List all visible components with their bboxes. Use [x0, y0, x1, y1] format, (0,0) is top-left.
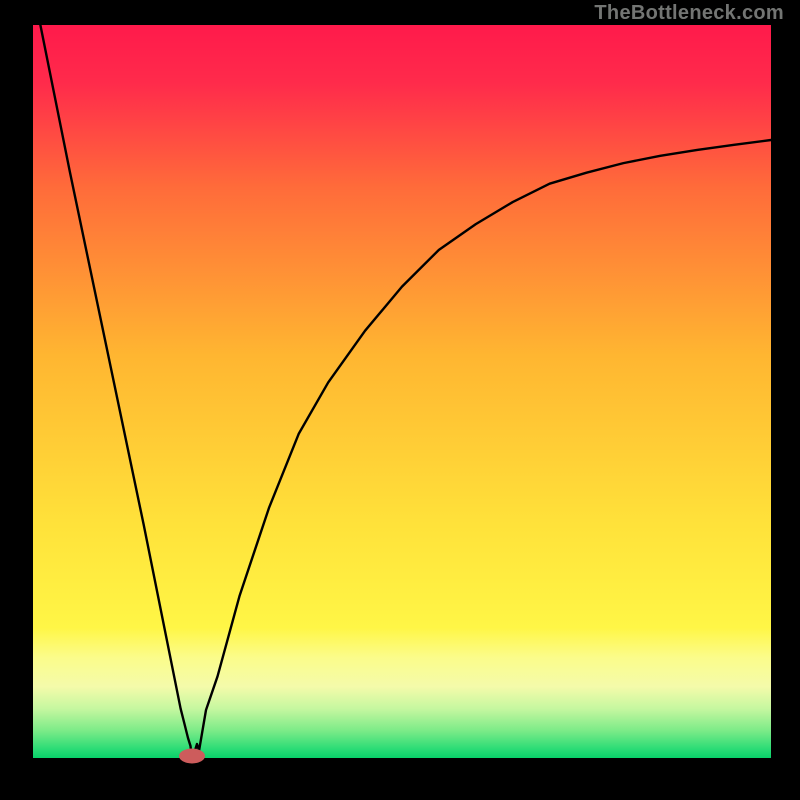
min-marker: [179, 749, 205, 764]
branding-text: TheBottleneck.com: [594, 2, 784, 25]
plot-bottom-edge: [33, 758, 771, 763]
plot-area: [33, 25, 771, 760]
chart-container: TheBottleneck.com: [0, 0, 800, 800]
chart-svg: [0, 0, 800, 800]
